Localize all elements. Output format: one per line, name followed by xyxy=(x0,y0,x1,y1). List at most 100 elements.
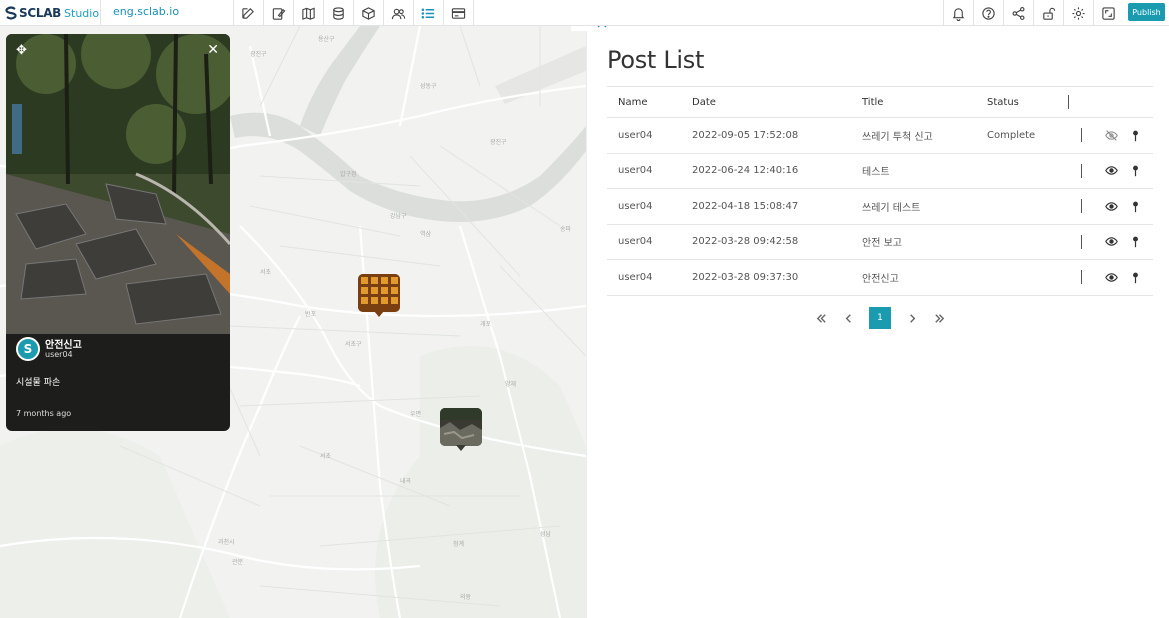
chevron-left-icon xyxy=(845,313,851,323)
visibility-toggle-button[interactable] xyxy=(1105,271,1118,284)
post-table: Name Date Title Status user04 2022-09-05 … xyxy=(607,86,1153,296)
card-username: user04 xyxy=(45,350,73,359)
eye-icon xyxy=(1105,273,1118,282)
bell-icon xyxy=(952,7,965,21)
svg-text:송파: 송파 xyxy=(560,225,572,233)
tool-map-button[interactable] xyxy=(294,0,324,26)
cell-actions xyxy=(1057,117,1153,154)
eye-icon xyxy=(1105,166,1118,175)
svg-text:압구정: 압구정 xyxy=(340,170,357,178)
share-icon xyxy=(1012,6,1025,20)
domain-link[interactable]: eng.sclab.io xyxy=(113,5,179,18)
column-header-date: Date xyxy=(681,86,851,118)
column-header-status: Status xyxy=(976,86,1057,118)
svg-text:과천시: 과천시 xyxy=(218,538,235,546)
logo-studio: Studio xyxy=(64,6,100,20)
locate-pin-button[interactable] xyxy=(1129,200,1142,213)
last-page-button[interactable] xyxy=(928,307,950,329)
table-row[interactable]: user04 2022-06-24 12:40:16 테스트 xyxy=(607,153,1153,189)
svg-text:반포: 반포 xyxy=(305,310,317,318)
tool-users-button[interactable] xyxy=(384,0,414,26)
app-logo[interactable]: SCLAB Studio xyxy=(5,4,99,22)
users-icon xyxy=(391,8,406,19)
cell-name: user04 xyxy=(607,259,681,296)
unlock-button[interactable] xyxy=(1033,0,1063,26)
pin-icon xyxy=(1133,236,1138,248)
tool-edit-button[interactable] xyxy=(234,0,264,26)
settings-icon xyxy=(1072,6,1085,20)
map-icon xyxy=(302,7,315,20)
pin-icon xyxy=(1133,201,1138,212)
svg-text:의왕: 의왕 xyxy=(460,593,472,601)
avatar: S xyxy=(16,337,40,361)
settings-button[interactable] xyxy=(1063,0,1093,26)
cell-name: user04 xyxy=(607,153,681,189)
locate-pin-button[interactable] xyxy=(1129,129,1142,142)
map-marker-1[interactable] xyxy=(358,274,400,312)
chevron-right-icon xyxy=(909,313,915,323)
first-page-button[interactable] xyxy=(810,307,832,329)
eye-icon xyxy=(1105,237,1118,246)
column-header-actions xyxy=(1057,86,1153,118)
cell-title: 안전 보고 xyxy=(851,224,976,260)
cell-name: user04 xyxy=(607,117,681,154)
visibility-toggle-button[interactable] xyxy=(1105,129,1118,142)
prev-page-button[interactable] xyxy=(837,307,859,329)
tool-list-button[interactable] xyxy=(414,0,444,26)
locate-pin-button[interactable] xyxy=(1129,271,1142,284)
locate-pin-button[interactable] xyxy=(1129,164,1142,177)
table-row[interactable]: user04 2022-03-28 09:42:58 안전 보고 xyxy=(607,224,1153,260)
cell-date: 2022-09-05 17:52:08 xyxy=(681,117,851,154)
next-page-button[interactable] xyxy=(901,307,923,329)
cell-date: 2022-03-28 09:42:58 xyxy=(681,224,851,260)
cell-status xyxy=(976,188,1057,225)
cell-date: 2022-06-24 12:40:16 xyxy=(681,153,851,189)
cell-actions xyxy=(1057,224,1153,260)
visibility-toggle-button[interactable] xyxy=(1105,164,1118,177)
help-button[interactable] xyxy=(973,0,1003,26)
svg-text:서초: 서초 xyxy=(260,268,272,276)
help-icon xyxy=(982,6,995,20)
svg-text:역삼: 역삼 xyxy=(420,230,432,238)
table-row[interactable]: user04 2022-04-18 15:08:47 쓰레기 테스트 xyxy=(607,188,1153,225)
table-row[interactable]: user04 2022-09-05 17:52:08 쓰레기 투척 신고 Comple… xyxy=(607,117,1153,154)
tool-card-button[interactable] xyxy=(444,0,474,26)
svg-text:내곡: 내곡 xyxy=(400,477,412,485)
logo-mark-icon xyxy=(5,6,17,20)
double-chevron-right-icon xyxy=(934,313,944,323)
eye-icon xyxy=(1105,202,1118,211)
cell-date: 2022-03-28 09:37:30 xyxy=(681,259,851,296)
pin-icon xyxy=(1133,165,1138,177)
tool-cube-button[interactable] xyxy=(354,0,384,26)
locate-pin-button[interactable] xyxy=(1129,235,1142,248)
notification-button[interactable] xyxy=(943,0,973,26)
svg-text:청계: 청계 xyxy=(453,540,464,548)
publish-button[interactable]: Publish xyxy=(1128,3,1165,21)
svg-text:성동구: 성동구 xyxy=(420,82,437,90)
unlock-icon xyxy=(1043,7,1056,20)
map-marker-2[interactable] xyxy=(440,408,482,446)
tool-database-button[interactable] xyxy=(324,0,354,26)
post-list-panel: Post List Name Date Title Status user04 2… xyxy=(587,26,1169,618)
table-row[interactable]: user04 2022-03-28 09:37:30 안전신고 xyxy=(607,259,1153,296)
svg-text:광진구: 광진구 xyxy=(250,50,267,58)
tool-note-button[interactable] xyxy=(264,0,294,26)
visibility-toggle-button[interactable] xyxy=(1105,235,1118,248)
fullscreen-button[interactable] xyxy=(1093,0,1123,26)
svg-text:서초: 서초 xyxy=(320,452,332,460)
share-button[interactable] xyxy=(1003,0,1033,26)
note-edit-icon xyxy=(272,7,286,20)
svg-text:양재: 양재 xyxy=(505,380,516,388)
fullscreen-icon xyxy=(1102,6,1115,20)
close-icon[interactable]: ✕ xyxy=(207,42,219,58)
list-icon xyxy=(421,7,435,19)
cell-title: 쓰레기 투척 신고 xyxy=(851,117,976,154)
svg-text:광진구: 광진구 xyxy=(490,138,507,146)
visibility-toggle-button[interactable] xyxy=(1105,200,1118,213)
pin-icon xyxy=(1133,272,1138,283)
move-icon[interactable]: ✥ xyxy=(16,43,27,58)
cell-title: 쓰레기 테스트 xyxy=(851,188,976,225)
cell-actions xyxy=(1057,259,1153,296)
svg-text:관문: 관문 xyxy=(232,558,244,566)
page-button-current[interactable]: 1 xyxy=(869,307,891,329)
